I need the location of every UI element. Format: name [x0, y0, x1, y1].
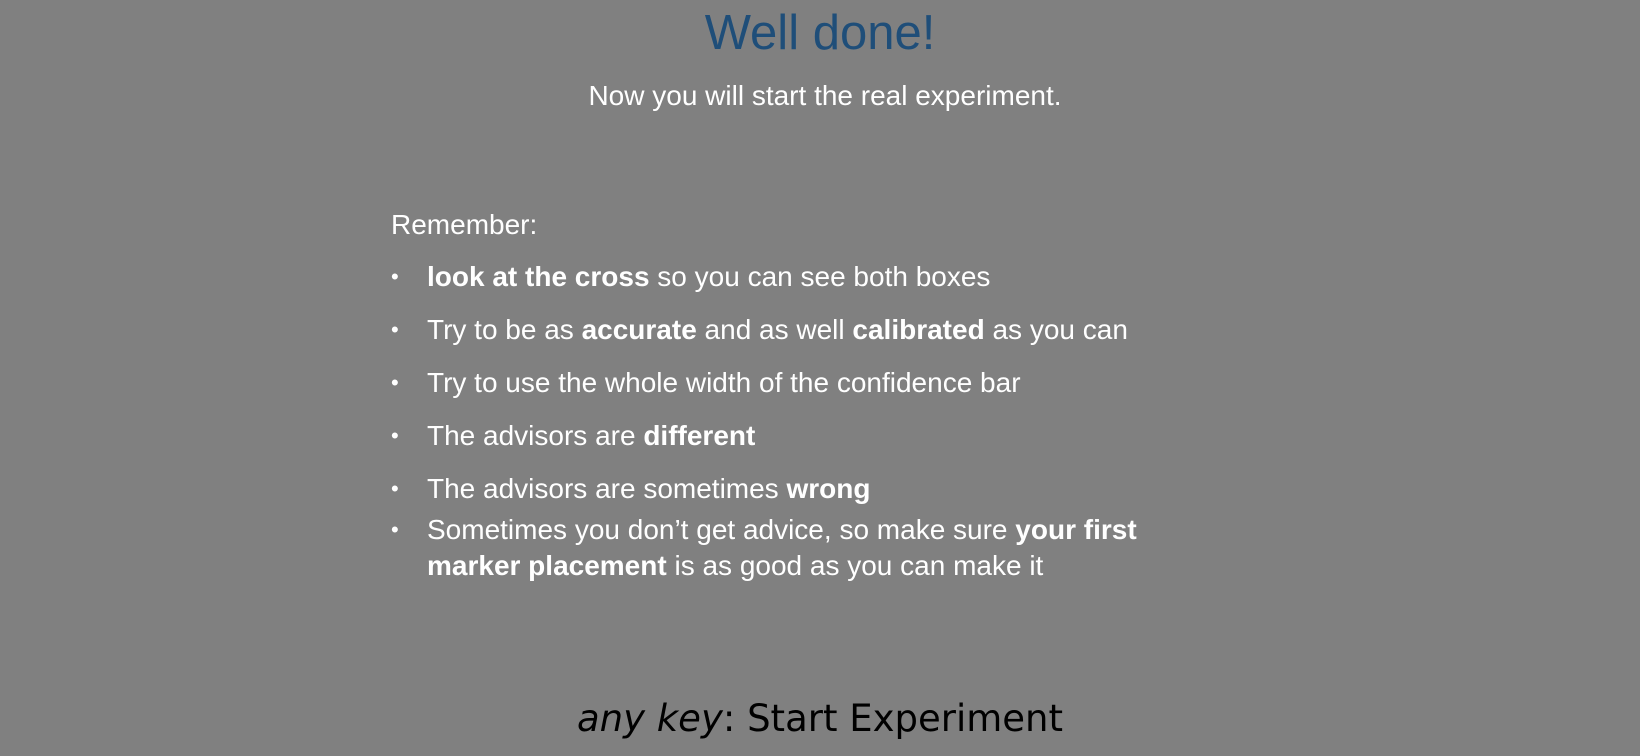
emphasis-text: calibrated	[852, 314, 985, 345]
body-text: so you can see both boxes	[649, 261, 991, 292]
list-item-text: The advisors are different	[427, 418, 1207, 454]
body-text: Sometimes you don’t get advice, so make …	[427, 514, 1016, 545]
bullet-icon: •	[391, 317, 399, 342]
list-item-text: Sometimes you don’t get advice, so make …	[427, 512, 1207, 584]
bullet-icon: •	[391, 517, 399, 542]
emphasis-text: look at the cross	[427, 261, 650, 292]
body-text: Try to use the whole width of the confid…	[427, 367, 1021, 398]
body-text: and as well	[696, 314, 853, 345]
body-text: Try to be as	[427, 314, 582, 345]
bullet-icon: •	[391, 370, 399, 395]
bullet-icon: •	[391, 264, 399, 289]
page-title: Well done!	[704, 6, 936, 60]
body-text: The advisors are sometimes	[427, 473, 787, 504]
bullet-icon: •	[391, 423, 399, 448]
list-item-text: The advisors are sometimes wrong	[427, 471, 1207, 507]
continue-prompt[interactable]: any key: Start Experiment	[0, 696, 1640, 742]
body-text: is as good as you can make it	[666, 550, 1044, 581]
body-text: as you can	[984, 314, 1128, 345]
instruction-slide: Well done! Now you will start the real e…	[0, 0, 1640, 756]
key-label: any key	[576, 697, 723, 740]
emphasis-text: different	[643, 420, 756, 451]
emphasis-text: wrong	[786, 473, 871, 504]
bullet-icon: •	[391, 476, 399, 501]
list-item-text: look at the cross so you can see both bo…	[427, 259, 1207, 295]
list-item-text: Try to use the whole width of the confid…	[427, 365, 1207, 401]
action-label: Start Experiment	[735, 697, 1064, 740]
emphasis-text: accurate	[581, 314, 697, 345]
key-separator: :	[722, 697, 736, 740]
subtitle: Now you will start the real experiment.	[588, 80, 1062, 111]
body-text: The advisors are	[427, 420, 644, 451]
remember-label: Remember:	[391, 209, 538, 240]
list-item-text: Try to be as accurate and as well calibr…	[427, 312, 1207, 348]
